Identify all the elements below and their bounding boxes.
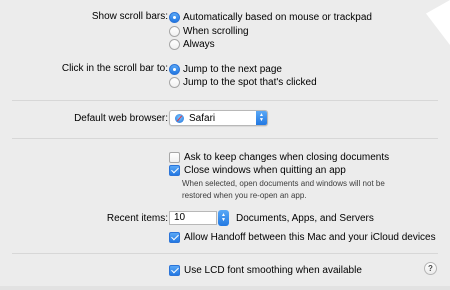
recent-items-suffix: Documents, Apps, and Servers [236, 213, 374, 224]
jump-next-page-label: Jump to the next page [183, 64, 282, 75]
default-browser-popup[interactable]: Safari ▲ ▼ [169, 110, 268, 126]
close-windows-label: Close windows when quitting an app [184, 165, 346, 176]
help-button[interactable]: ? [424, 262, 437, 275]
radio-icon[interactable] [169, 77, 180, 88]
radio-selected-icon[interactable] [169, 12, 180, 23]
jump-to-spot-label: Jump to the spot that's clicked [183, 77, 317, 88]
separator [12, 138, 438, 139]
jump-to-spot-radio[interactable]: Jump to the spot that's clicked [169, 76, 317, 89]
allow-handoff-label: Allow Handoff between this Mac and your … [184, 232, 436, 243]
separator [12, 253, 438, 254]
recent-items-field[interactable]: 10 [169, 211, 217, 225]
safari-icon [175, 113, 184, 123]
show-scroll-bars-label: Show scroll bars: [91, 11, 168, 22]
close-windows-note-line1: When selected, open documents and window… [182, 179, 385, 188]
checkbox-checked-icon[interactable] [169, 165, 180, 176]
recent-items-label: Recent items: [106, 213, 168, 224]
checkbox-icon[interactable] [169, 152, 180, 163]
lcd-smoothing-checkbox[interactable]: Use LCD font smoothing when available [169, 264, 362, 277]
scroll-when-scrolling-radio[interactable]: When scrolling [169, 25, 249, 38]
radio-icon[interactable] [169, 26, 180, 37]
recent-items-stepper[interactable]: ▲ ▼ [218, 210, 229, 226]
radio-selected-icon[interactable] [169, 64, 180, 75]
scroll-always-label: Always [183, 39, 215, 50]
checkbox-checked-icon[interactable] [169, 232, 180, 243]
checkbox-checked-icon[interactable] [169, 265, 180, 276]
separator [12, 100, 438, 101]
ask-keep-changes-checkbox[interactable]: Ask to keep changes when closing documen… [169, 151, 389, 164]
default-browser-value: Safari [189, 112, 216, 124]
scroll-when-scrolling-label: When scrolling [183, 26, 249, 37]
popup-arrows-icon: ▲ ▼ [256, 111, 267, 125]
scroll-auto-label: Automatically based on mouse or trackpad [183, 12, 372, 23]
close-windows-note-line2: restored when you re-open an app. [182, 191, 307, 200]
window-corner [426, 0, 450, 45]
scroll-auto-radio[interactable]: Automatically based on mouse or trackpad [169, 11, 372, 24]
jump-next-page-radio[interactable]: Jump to the next page [169, 63, 282, 76]
ask-keep-changes-label: Ask to keep changes when closing documen… [184, 152, 390, 163]
radio-icon[interactable] [169, 39, 180, 50]
allow-handoff-checkbox[interactable]: Allow Handoff between this Mac and your … [169, 231, 436, 244]
click-scroll-bar-label: Click in the scroll bar to: [61, 63, 168, 74]
lcd-smoothing-label: Use LCD font smoothing when available [184, 265, 362, 276]
window-bottom-edge [0, 286, 450, 290]
default-browser-label: Default web browser: [74, 113, 168, 124]
close-windows-checkbox[interactable]: Close windows when quitting an app [169, 164, 346, 177]
scroll-always-radio[interactable]: Always [169, 38, 215, 51]
